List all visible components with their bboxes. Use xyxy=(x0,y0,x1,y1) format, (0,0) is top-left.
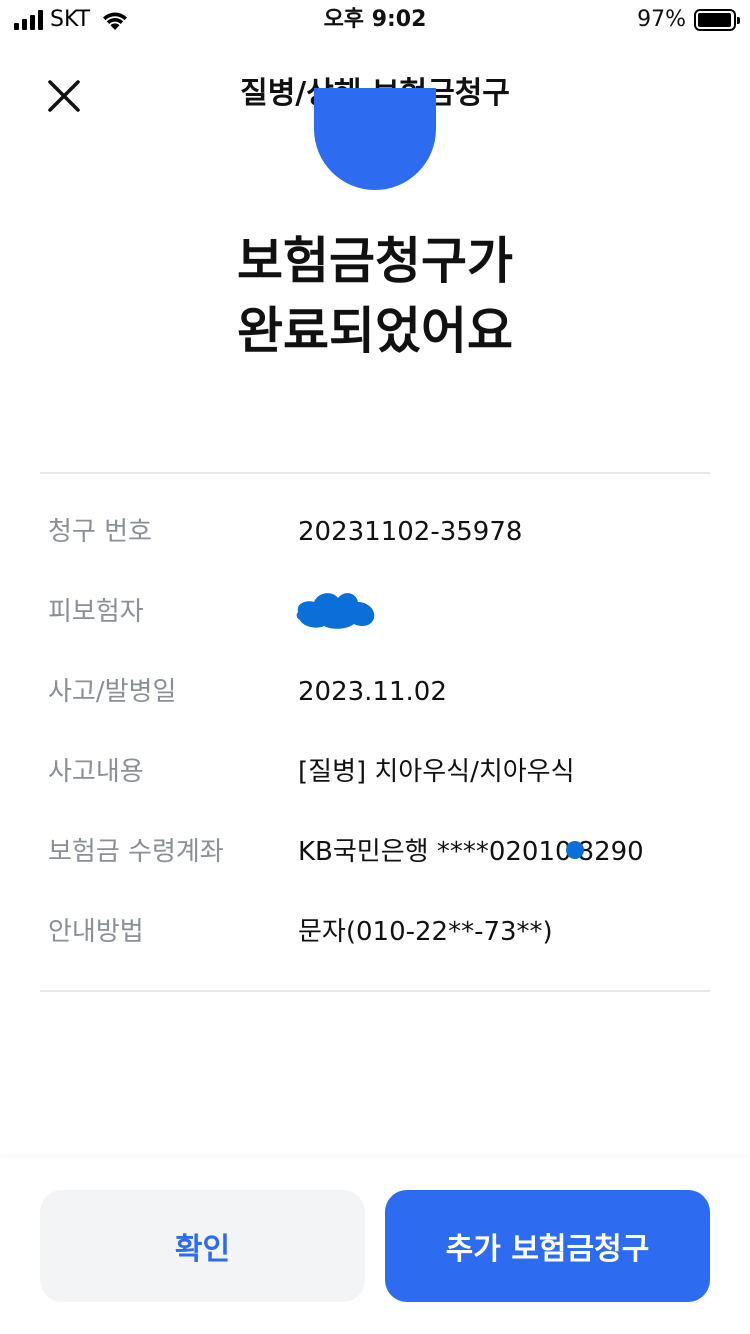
detail-row-accident-date: 사고/발병일 2023.11.02 xyxy=(48,672,708,752)
detail-label: 피보험자 xyxy=(48,597,144,627)
detail-label: 보험금 수령계좌 xyxy=(48,837,224,867)
confirm-button[interactable]: 확인 xyxy=(40,1190,365,1302)
status-bar: SKT 오후 9:02 97% xyxy=(0,0,750,40)
detail-row-notification: 안내방법 문자(010-22**-73**) xyxy=(48,912,708,992)
redaction-mark xyxy=(296,593,375,629)
account-prefix: KB국민은행 ****02010 xyxy=(298,837,572,867)
detail-label: 사고/발병일 xyxy=(48,677,177,707)
completion-headline: 보험금청구가 완료되었어요 xyxy=(0,226,750,366)
additional-claim-button[interactable]: 추가 보험금청구 xyxy=(385,1190,710,1302)
headline-line-2: 완료되었어요 xyxy=(237,302,513,360)
battery-percent: 97% xyxy=(637,7,686,32)
detail-value: 20231102-35978 xyxy=(298,517,523,547)
detail-value: KB국민은행 ****02010 8290 xyxy=(298,832,644,872)
detail-row-accident-content: 사고내용 [질병] 치아우식/치아우식 xyxy=(48,752,708,832)
detail-value: 2023.11.02 xyxy=(298,677,447,707)
top-divider xyxy=(40,472,710,474)
detail-row-claim-number: 청구 번호 20231102-35978 xyxy=(48,512,708,592)
detail-row-payout-account: 보험금 수령계좌 KB국민은행 ****02010 8290 xyxy=(48,832,708,912)
bottom-action-bar: 확인 추가 보험금청구 xyxy=(0,1158,750,1334)
detail-label: 안내방법 xyxy=(48,917,144,947)
claim-details: 청구 번호 20231102-35978 피보험자 사고/발병일 2023.11… xyxy=(48,512,708,992)
detail-label: 사고내용 xyxy=(48,757,144,787)
success-illustration-icon xyxy=(314,88,436,190)
detail-value: [질병] 치아우식/치아우식 xyxy=(298,757,575,787)
redaction-dot xyxy=(565,840,584,859)
detail-value: 문자(010-22**-73**) xyxy=(298,917,553,947)
account-suffix: 8290 xyxy=(577,837,644,867)
battery-icon xyxy=(694,9,740,31)
headline-line-1: 보험금청구가 xyxy=(237,232,513,290)
detail-row-insured: 피보험자 xyxy=(48,592,708,672)
status-right: 97% xyxy=(637,7,740,32)
bottom-divider xyxy=(40,990,710,992)
detail-label: 청구 번호 xyxy=(48,517,152,547)
